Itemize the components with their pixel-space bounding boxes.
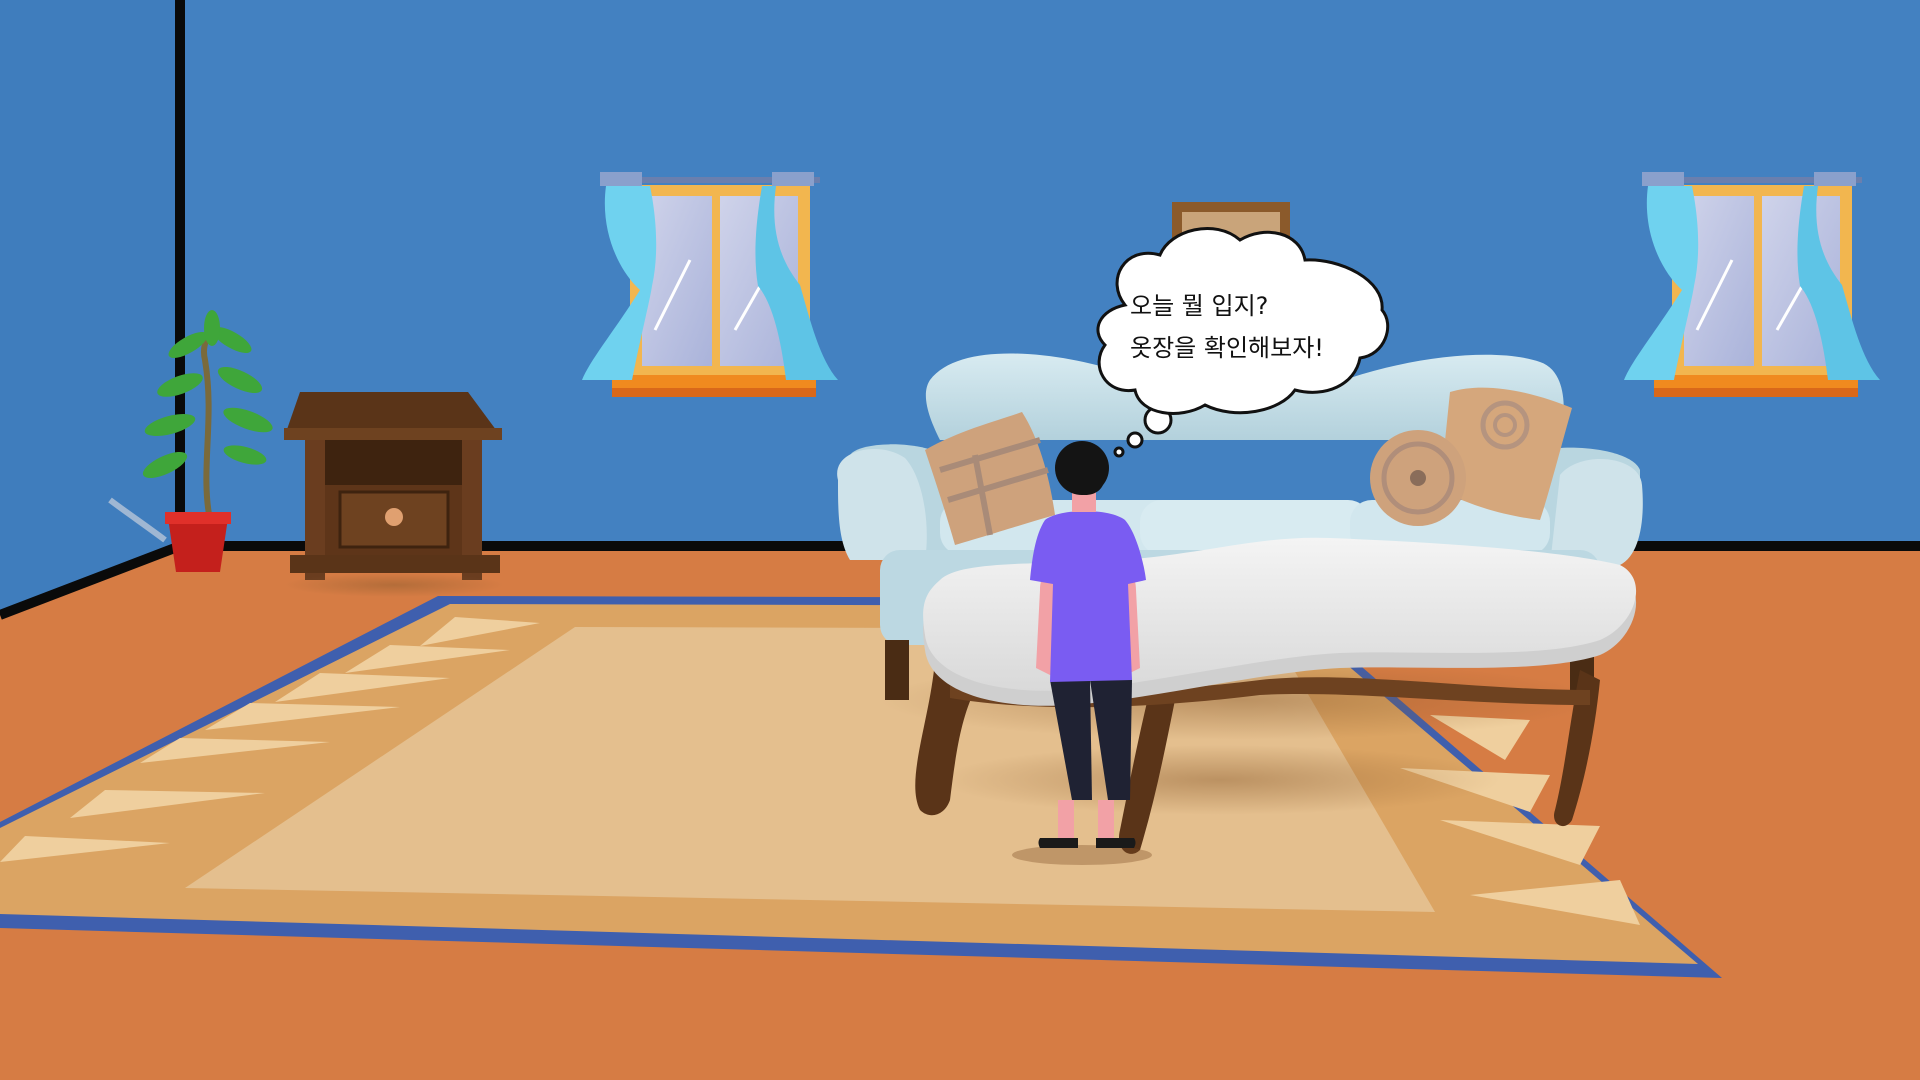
side-table [284,392,504,597]
room-scene [0,0,1920,1080]
thought-line-1: 오늘 뭘 입지? [1130,292,1269,320]
thought-bubble-text: 오늘 뭘 입지? 옷장을 확인해보자! [1130,285,1380,369]
thought-line-2: 옷장을 확인해보자! [1130,334,1324,362]
